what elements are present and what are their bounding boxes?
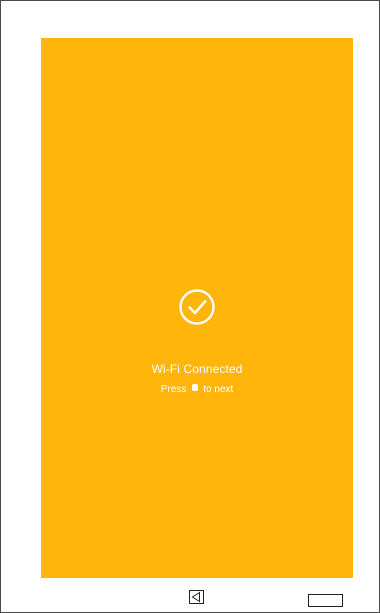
button-dot-icon [192, 384, 199, 391]
back-button[interactable] [189, 590, 204, 604]
rectangle-button-icon[interactable] [308, 594, 343, 607]
next-hint: Press to next [41, 384, 353, 395]
hint-prefix: Press [160, 384, 187, 395]
wifi-connected-screen: Wi-Fi Connected Press to next [41, 38, 353, 578]
status-title: Wi-Fi Connected [151, 362, 243, 376]
bottom-navigation-bar [1, 583, 379, 612]
device-frame: Wi-Fi Connected Press to next [0, 0, 380, 613]
check-circle-icon [178, 288, 216, 326]
hint-suffix: to next [203, 384, 234, 395]
back-triangle-icon [189, 590, 204, 604]
